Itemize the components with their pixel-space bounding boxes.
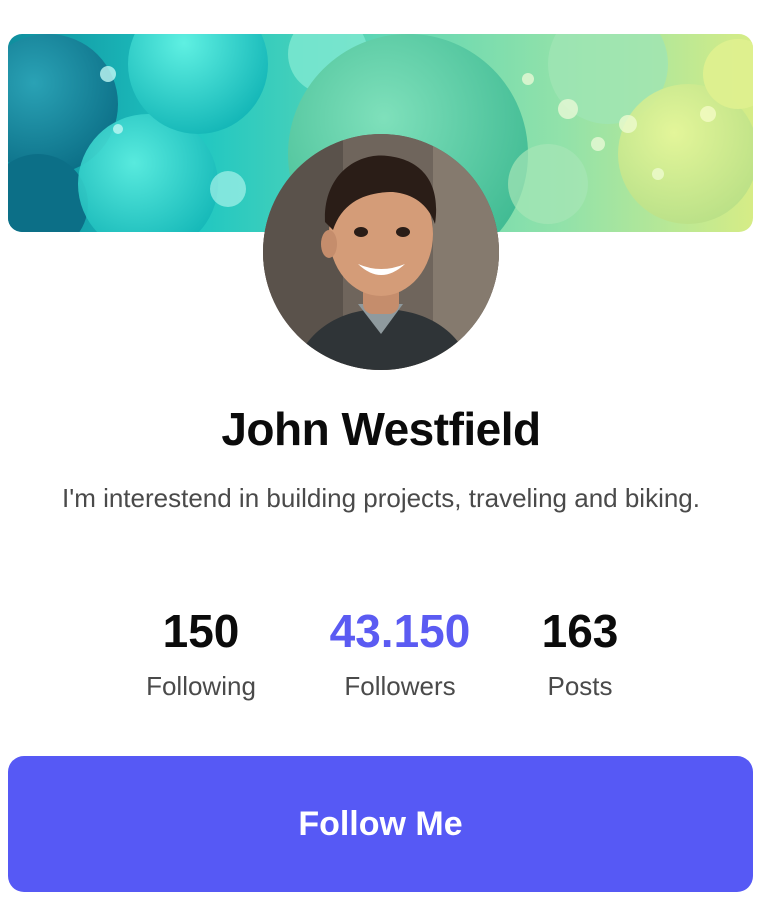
avatar — [263, 134, 499, 370]
stat-value: 150 — [162, 605, 240, 657]
stat-label: Following — [146, 671, 256, 701]
profile-stats: 150 Following 43.150 Followers 163 Posts — [0, 600, 762, 720]
profile-card: John Westfield I'm interestend in buildi… — [0, 0, 762, 924]
profile-name: John Westfield — [221, 403, 541, 455]
stat-label: Followers — [344, 671, 456, 701]
stat-followers[interactable]: 43.150 Followers — [300, 600, 500, 706]
profile-bio: I'm interestend in building projects, tr… — [62, 483, 700, 513]
stat-value: 163 — [541, 605, 619, 657]
stat-posts[interactable]: 163 Posts — [480, 600, 680, 706]
stat-label: Posts — [547, 671, 613, 701]
stat-value: 43.150 — [329, 605, 471, 657]
stat-following[interactable]: 150 Following — [101, 600, 301, 706]
avatar-image — [263, 134, 499, 370]
follow-button[interactable]: Follow Me — [8, 756, 753, 892]
